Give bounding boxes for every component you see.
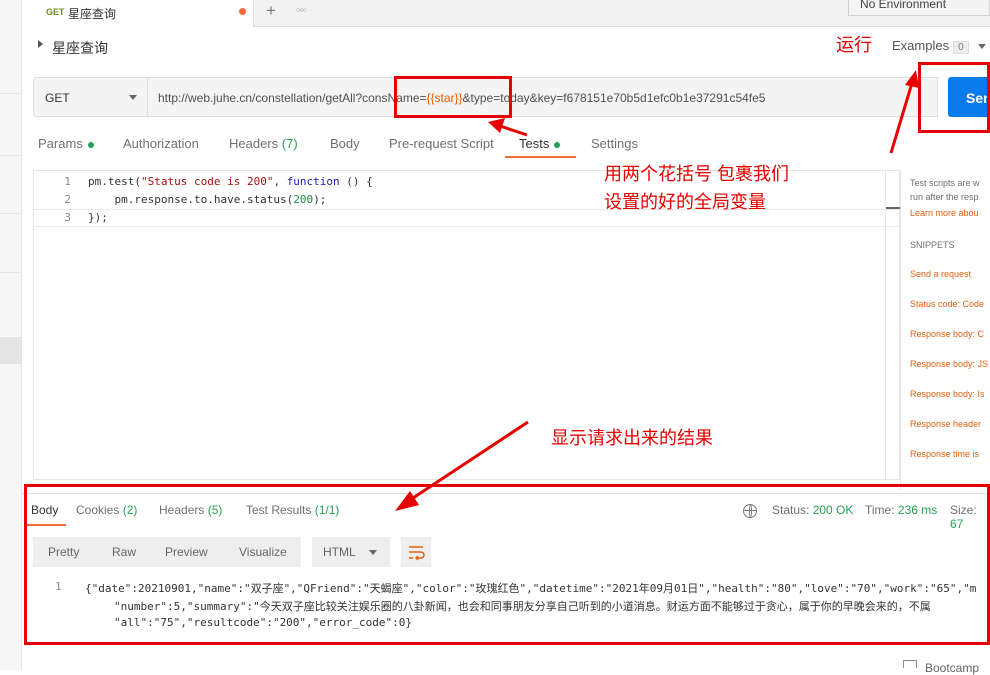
annotation-arrows [395, 70, 919, 511]
arrow-head-icon [488, 118, 505, 133]
arrow-to-send [889, 82, 914, 154]
arrow-to-response [409, 420, 529, 502]
arrow-head-icon [395, 491, 419, 511]
arrow-to-variable [499, 124, 528, 137]
arrow-head-icon [905, 70, 919, 88]
